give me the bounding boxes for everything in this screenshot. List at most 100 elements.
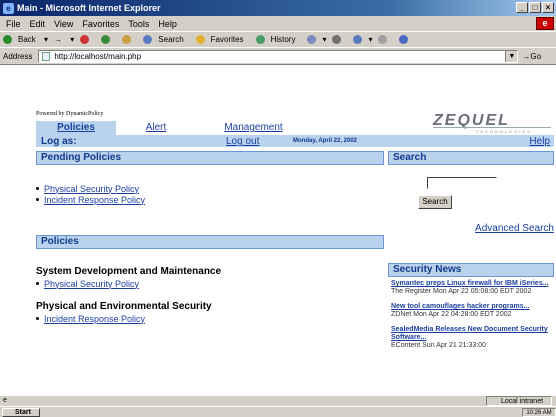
bullet-icon xyxy=(36,282,39,285)
done-icon: e xyxy=(3,397,7,404)
address-url: http://localhost/main.php xyxy=(54,51,142,61)
search-panel: Search Advanced Search xyxy=(388,165,554,239)
search-header: Search xyxy=(388,151,554,165)
mail-button[interactable]: ▾ xyxy=(307,35,326,45)
menu-favorites[interactable]: Favorites xyxy=(82,19,119,29)
messenger-button[interactable] xyxy=(399,35,414,45)
clock: 10:26 AM xyxy=(522,408,556,417)
bullet-icon xyxy=(36,198,39,201)
page-icon xyxy=(42,51,51,61)
svg-text:TECHNOLOGIES: TECHNOLOGIES xyxy=(476,129,532,134)
tab-management[interactable]: Management xyxy=(196,121,311,135)
news-title-link[interactable]: New tool camouflages hacker programs... xyxy=(391,303,554,311)
home-icon xyxy=(122,35,132,45)
forward-button[interactable]: → ▾ xyxy=(54,35,74,44)
news-item: SealedMedia Releases New Document Securi… xyxy=(391,326,554,350)
favorites-icon xyxy=(195,35,205,45)
bullet-icon xyxy=(36,187,39,190)
search-icon xyxy=(143,35,153,45)
taskbar: Start 10:26 AM xyxy=(0,406,556,417)
security-news-header: Security News xyxy=(388,263,554,277)
list-item[interactable]: Incident Response Policy xyxy=(36,313,384,324)
edit-button[interactable]: ▾ xyxy=(353,35,372,45)
menu-edit[interactable]: Edit xyxy=(30,19,46,29)
menu-help[interactable]: Help xyxy=(158,19,177,29)
go-button[interactable]: →Go xyxy=(522,52,541,61)
home-button[interactable] xyxy=(122,35,137,45)
policy-section-title: System Development and Maintenance xyxy=(36,266,222,277)
standard-toolbar: Back ▾ → ▾ Search Favorites History ▾ ▾ xyxy=(0,31,556,47)
page-content: Powered by DynamicPolicy ZEQUEL TECHNOLO… xyxy=(36,65,554,395)
news-title-link[interactable]: SealedMedia Releases New Document Securi… xyxy=(391,326,554,342)
main-nav: Policies Alert Management xyxy=(36,121,311,135)
advanced-search-link[interactable]: Advanced Search xyxy=(475,223,554,234)
news-item: New tool camouflages hacker programs... … xyxy=(391,303,554,319)
windows-logo-icon: e xyxy=(536,17,554,30)
news-meta: ZDNet Mon Apr 22 04:28:00 EDT 2002 xyxy=(391,311,512,318)
powered-by-text: Powered by DynamicPolicy xyxy=(36,111,104,117)
policies-list: System Development and Maintenance Physi… xyxy=(36,266,384,324)
back-arrow-icon xyxy=(3,35,12,45)
ie-icon: e xyxy=(3,2,14,14)
favorites-button[interactable]: Favorites xyxy=(195,35,250,45)
discuss-button[interactable] xyxy=(378,35,393,45)
help-link[interactable]: Help xyxy=(529,135,550,148)
search-button[interactable]: Search xyxy=(143,35,189,45)
menubar: File Edit View Favorites Tools Help e xyxy=(0,16,556,31)
list-item[interactable]: Physical Security Policy xyxy=(36,183,384,194)
svg-text:ZEQUEL: ZEQUEL xyxy=(432,112,510,129)
edit-icon xyxy=(353,35,363,45)
news-title-link[interactable]: Symantec preps Linux firewall for IBM iS… xyxy=(391,280,554,288)
list-item[interactable]: Incident Response Policy xyxy=(36,194,384,205)
chevron-down-icon[interactable]: ▼ xyxy=(505,50,518,62)
security-zone: Local intranet xyxy=(486,396,552,406)
search-input[interactable] xyxy=(427,177,497,189)
pending-policies-list: Physical Security Policy Incident Respon… xyxy=(36,183,384,205)
page-viewport: Powered by DynamicPolicy ZEQUEL TECHNOLO… xyxy=(0,65,556,395)
close-button[interactable]: × xyxy=(542,2,554,13)
list-item[interactable]: Physical Security Policy xyxy=(36,278,384,289)
refresh-button[interactable] xyxy=(101,35,116,45)
menu-tools[interactable]: Tools xyxy=(128,19,149,29)
print-icon xyxy=(332,35,342,45)
print-button[interactable] xyxy=(332,35,347,45)
window-title: Main - Microsoft Internet Explorer xyxy=(17,3,161,13)
log-as-label: Log as: xyxy=(41,136,77,147)
address-bar: Address http://localhost/main.php ▼ →Go xyxy=(0,47,556,65)
news-meta: The Register Mon Apr 22 05:08:00 EDT 200… xyxy=(391,288,532,295)
news-meta: EContent Sun Apr 21 21:33:00 xyxy=(391,342,486,349)
refresh-icon xyxy=(101,35,111,45)
window-titlebar: e Main - Microsoft Internet Explorer _ □… xyxy=(0,0,556,16)
tab-alert[interactable]: Alert xyxy=(116,121,196,135)
security-news-list: Symantec preps Linux firewall for IBM iS… xyxy=(388,280,554,395)
pending-policies-header: Pending Policies xyxy=(36,151,384,165)
user-bar: Log as: Log out Monday, April 22, 2002 H… xyxy=(36,135,554,148)
bullet-icon xyxy=(36,317,39,320)
history-icon xyxy=(255,35,265,45)
policy-section-title: Physical and Environmental Security xyxy=(36,301,212,312)
messenger-icon xyxy=(399,35,409,45)
address-label: Address xyxy=(3,51,33,61)
history-button[interactable]: History xyxy=(255,35,302,45)
zequel-logo: ZEQUEL TECHNOLOGIES xyxy=(432,112,551,134)
discuss-icon xyxy=(378,35,388,45)
minimize-button[interactable]: _ xyxy=(516,2,528,13)
back-button[interactable]: Back ▾ xyxy=(3,35,48,45)
menu-file[interactable]: File xyxy=(6,19,21,29)
menu-view[interactable]: View xyxy=(54,19,73,29)
date-text: Monday, April 22, 2002 xyxy=(293,138,358,144)
start-button[interactable]: Start xyxy=(2,408,40,417)
tab-policies[interactable]: Policies xyxy=(36,121,116,135)
search-submit-button[interactable]: Search xyxy=(418,195,452,209)
security-zone-label: Local intranet xyxy=(501,398,544,405)
policies-header: Policies xyxy=(36,235,384,249)
news-item: Symantec preps Linux firewall for IBM iS… xyxy=(391,280,554,296)
maximize-button[interactable]: □ xyxy=(529,2,541,13)
logout-link[interactable]: Log out xyxy=(226,135,259,148)
stop-button[interactable] xyxy=(80,35,95,45)
address-input[interactable]: http://localhost/main.php ▼ xyxy=(38,49,519,63)
stop-icon xyxy=(80,35,90,45)
mail-icon xyxy=(307,35,317,45)
window-controls: _ □ × xyxy=(516,2,554,13)
status-bar: e Local intranet xyxy=(0,395,556,406)
